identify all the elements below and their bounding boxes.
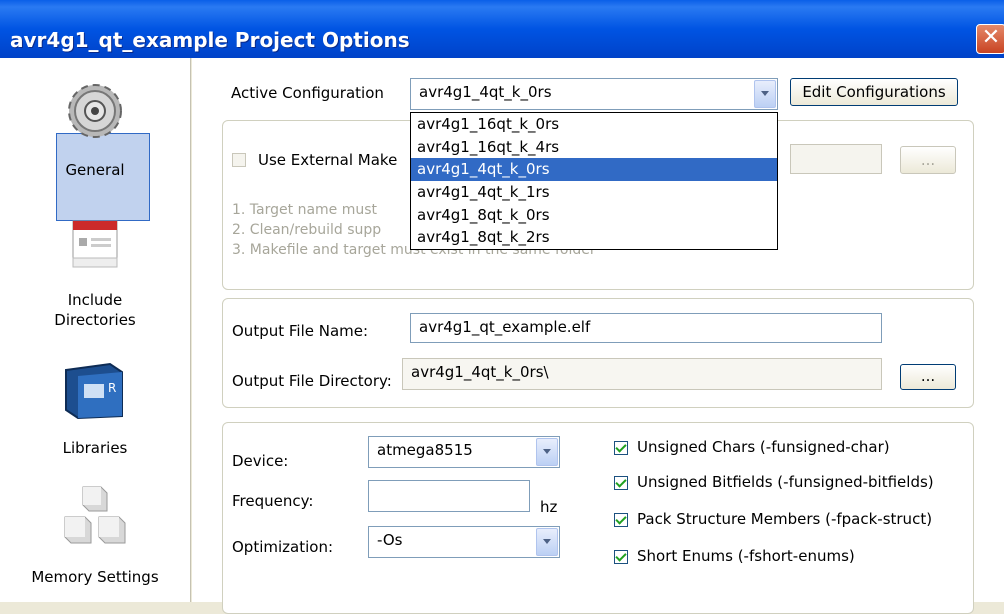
chevron-down-icon[interactable] bbox=[536, 438, 558, 466]
sidebar-item-label: General bbox=[65, 161, 125, 179]
svg-text:R: R bbox=[108, 381, 116, 395]
configuration-dropdown-list: avr4g1_16qt_k_0rs avr4g1_16qt_k_4rs avr4… bbox=[410, 112, 778, 250]
device-label: Device: bbox=[232, 452, 289, 470]
window-title: avr4g1_qt_example Project Options bbox=[10, 28, 410, 52]
sidebar-item-memory-settings[interactable]: Memory Settings bbox=[0, 483, 190, 587]
active-configuration-label: Active Configuration bbox=[231, 84, 384, 102]
category-sidebar: General Include Directories R Libraries bbox=[0, 58, 191, 602]
output-file-name-input[interactable]: avr4g1_qt_example.elf bbox=[410, 313, 882, 343]
sidebar-item-label: Memory Settings bbox=[31, 568, 159, 586]
makefile-path-field[interactable] bbox=[790, 144, 882, 174]
makefile-note-1: 1. Target name must bbox=[232, 202, 378, 218]
short-enums-label: Short Enums (-fshort-enums) bbox=[637, 547, 855, 565]
sidebar-item-label: Include Directories bbox=[54, 291, 136, 329]
chevron-down-icon[interactable] bbox=[754, 80, 776, 108]
output-file-directory-input[interactable]: avr4g1_4qt_k_0rs\ bbox=[402, 358, 882, 390]
optimization-select[interactable]: -Os bbox=[368, 526, 560, 558]
sidebar-item-libraries[interactable]: R Libraries bbox=[0, 360, 190, 458]
gear-icon bbox=[68, 84, 122, 138]
makefile-browse-button[interactable]: ... bbox=[900, 146, 956, 174]
close-button[interactable]: ✕ bbox=[976, 24, 1004, 54]
output-directory-browse-button[interactable]: ... bbox=[900, 364, 956, 390]
device-value: atmega8515 bbox=[377, 441, 473, 459]
optimization-value: -Os bbox=[377, 531, 403, 549]
dropdown-option[interactable]: avr4g1_4qt_k_1rs bbox=[411, 181, 777, 204]
book-icon: R bbox=[65, 362, 123, 420]
close-icon: ✕ bbox=[981, 25, 1001, 50]
short-enums-checkbox[interactable] bbox=[614, 550, 628, 564]
output-file-name-label: Output File Name: bbox=[232, 322, 369, 340]
blocks-icon bbox=[64, 486, 126, 544]
frequency-label: Frequency: bbox=[232, 492, 314, 510]
pack-structure-label: Pack Structure Members (-fpack-struct) bbox=[637, 510, 933, 528]
dropdown-option[interactable]: avr4g1_16qt_k_4rs bbox=[411, 136, 777, 159]
edit-configurations-button[interactable]: Edit Configurations bbox=[790, 78, 958, 106]
title-bar: avr4g1_qt_example Project Options ✕ bbox=[0, 0, 1004, 58]
sidebar-item-label: Libraries bbox=[62, 439, 128, 457]
device-select[interactable]: atmega8515 bbox=[368, 436, 560, 468]
chevron-down-icon[interactable] bbox=[536, 528, 558, 556]
frequency-unit-label: hz bbox=[540, 498, 558, 516]
makefile-note-2: 2. Clean/rebuild supp bbox=[232, 222, 382, 238]
frequency-input[interactable] bbox=[368, 480, 530, 512]
active-configuration-value: avr4g1_4qt_k_0rs bbox=[419, 83, 552, 101]
dropdown-option[interactable]: avr4g1_8qt_k_0rs bbox=[411, 204, 777, 227]
output-file-directory-label: Output File Directory: bbox=[232, 372, 392, 390]
folder-list-icon bbox=[72, 220, 118, 268]
use-external-makefile-label: Use External Make bbox=[258, 151, 398, 169]
pack-structure-checkbox[interactable] bbox=[614, 513, 628, 527]
unsigned-chars-label: Unsigned Chars (-funsigned-char) bbox=[637, 438, 890, 456]
sidebar-item-include-directories[interactable]: Include Directories bbox=[0, 218, 190, 330]
unsigned-chars-checkbox[interactable] bbox=[614, 441, 628, 455]
optimization-label: Optimization: bbox=[232, 538, 334, 556]
sidebar-item-general[interactable]: General bbox=[0, 76, 190, 180]
dropdown-option[interactable]: avr4g1_16qt_k_0rs bbox=[411, 113, 777, 136]
unsigned-bitfields-checkbox[interactable] bbox=[614, 476, 628, 490]
active-configuration-select[interactable]: avr4g1_4qt_k_0rs bbox=[410, 78, 778, 110]
use-external-makefile-checkbox[interactable] bbox=[232, 153, 246, 167]
dropdown-option[interactable]: avr4g1_8qt_k_2rs bbox=[411, 226, 777, 249]
unsigned-bitfields-label: Unsigned Bitfields (-funsigned-bitfields… bbox=[637, 473, 934, 491]
dropdown-option-selected[interactable]: avr4g1_4qt_k_0rs bbox=[411, 158, 777, 182]
